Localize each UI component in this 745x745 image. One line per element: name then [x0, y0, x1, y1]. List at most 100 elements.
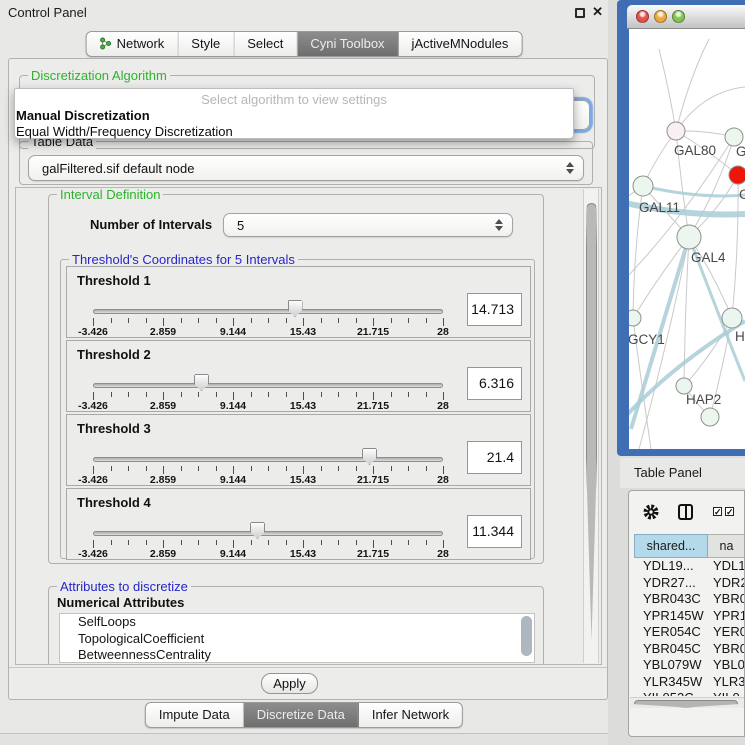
bottom-node[interactable] — [701, 408, 719, 426]
network-edge-thick[interactable] — [643, 186, 745, 196]
table-panel-body: ✓ ✓ shared... na YDL19...YDL1YDR27...YDR… — [628, 490, 745, 737]
cell-name: YDR2 — [708, 575, 745, 592]
list-scrollbar-thumb[interactable] — [521, 616, 532, 656]
attribute-list-item[interactable]: TopologicalCoefficient — [60, 631, 534, 648]
number-of-intervals-combobox[interactable]: 5 — [223, 213, 513, 237]
slider-track[interactable] — [93, 383, 443, 388]
column-header-shared[interactable]: shared... — [634, 534, 708, 558]
scrollbar-thumb[interactable] — [586, 203, 597, 641]
node-label: GAL11 — [639, 200, 680, 215]
tab-label: Style — [191, 36, 220, 51]
GAL4-node[interactable] — [677, 225, 701, 249]
split-column-icon[interactable] — [678, 504, 693, 520]
cell-shared-name: YLR345W — [634, 674, 708, 691]
slider-track[interactable] — [93, 309, 443, 314]
scrollbar-thumb[interactable] — [634, 700, 738, 708]
close-icon[interactable]: ✕ — [592, 4, 603, 20]
red-node[interactable] — [729, 166, 745, 184]
tab-infer-network[interactable]: Infer Network — [359, 703, 462, 727]
network-edge[interactable] — [676, 39, 709, 131]
slider-tick-labels: -3.4262.8599.14415.4321.71528 — [93, 400, 443, 412]
slider-tick-labels: -3.4262.8599.14415.4321.71528 — [93, 326, 443, 338]
tab-label: Cyni Toolbox — [310, 36, 384, 51]
tab-impute-data[interactable]: Impute Data — [146, 703, 244, 727]
tab-label: jActiveMNodules — [412, 36, 509, 51]
table-row[interactable]: YBR045CYBR0 — [634, 641, 745, 658]
tab-select[interactable]: Select — [234, 32, 297, 56]
cell-name: YBL0 — [708, 657, 745, 674]
table-row[interactable]: YBR043CYBR0 — [634, 591, 745, 608]
gear-icon[interactable] — [642, 503, 660, 521]
attributes-group: Attributes to discretize Numerical Attri… — [48, 586, 544, 665]
thresholds-group-label: Threshold's Coordinates for 5 Intervals — [69, 252, 298, 267]
cell-name: YER0 — [708, 624, 745, 641]
algorithm-option[interactable]: Manual Discretization — [15, 108, 573, 124]
bottom-tab-bar: Impute DataDiscretize Data Infer Network — [145, 702, 463, 728]
network-edge[interactable] — [659, 49, 676, 131]
slider-thumb[interactable] — [362, 448, 377, 465]
algorithm-hint: Select algorithm to view settings — [15, 89, 573, 108]
tab-network[interactable]: Network — [87, 32, 179, 56]
tab-jactivemnodules[interactable]: jActiveMNodules — [399, 32, 522, 56]
apply-button[interactable]: Apply — [261, 673, 318, 694]
cell-shared-name: YER054C — [634, 624, 708, 641]
cell-shared-name: YDL19... — [634, 558, 708, 575]
checkbox-checked-icon[interactable]: ✓ — [713, 507, 722, 516]
slider-track[interactable] — [93, 531, 443, 536]
table-row[interactable]: YER054CYER0 — [634, 624, 745, 641]
tab-discretize-data[interactable]: Discretize Data — [244, 703, 359, 727]
tab-label: Infer Network — [372, 707, 449, 722]
network-window-titlebar[interactable] — [627, 5, 745, 29]
settings-scroll-panel: Interval Definition Number of Intervals … — [15, 187, 602, 665]
minimize-light-icon[interactable] — [654, 10, 667, 23]
table-row[interactable]: YDL19...YDL1 — [634, 558, 745, 575]
threshold-value-field[interactable]: 6.316 — [467, 367, 522, 400]
algorithm-option[interactable]: Equal Width/Frequency Discretization — [15, 124, 573, 140]
network-canvas[interactable]: GAL80GACGAL11GAL4GCY1HHAP2 — [629, 29, 745, 449]
slider-thumb[interactable] — [194, 374, 209, 391]
table-horizontal-scrollbar[interactable] — [630, 697, 745, 708]
GAL11-node[interactable] — [633, 176, 653, 196]
cell-shared-name: YBR043C — [634, 591, 708, 608]
table-row[interactable]: YLR345WYLR3 — [634, 674, 745, 691]
panel-vertical-scrollbar[interactable] — [583, 189, 599, 663]
cell-name: YBR0 — [708, 591, 745, 608]
table-header-row: shared... na — [634, 534, 745, 558]
interval-definition-label: Interval Definition — [57, 187, 163, 202]
threshold-panel: Threshold 1-3.4262.8599.14415.4321.71528… — [66, 266, 531, 338]
network-view-window: GAL80GACGAL11GAL4GCY1HHAP2 — [617, 0, 745, 456]
checkbox-checked-icon[interactable]: ✓ — [725, 507, 734, 516]
node-label: GAL80 — [674, 143, 716, 158]
tab-cyni-toolbox[interactable]: Cyni Toolbox — [297, 32, 398, 56]
zoom-light-icon[interactable] — [672, 10, 685, 23]
threshold-label: Threshold 3 — [77, 421, 151, 436]
node-label: GA — [736, 144, 745, 159]
attribute-list-item[interactable]: BetweennessCentrality — [60, 647, 534, 663]
stepper-arrows-icon — [566, 162, 574, 174]
tab-style[interactable]: Style — [178, 32, 234, 56]
slider-thumb[interactable] — [288, 300, 303, 317]
close-light-icon[interactable] — [636, 10, 649, 23]
table-row[interactable]: YIL052CYIL0 — [634, 690, 745, 696]
threshold-value-field[interactable]: 14.713 — [467, 293, 522, 326]
table-row[interactable]: YBL079WYBL0 — [634, 657, 745, 674]
node-table: shared... na YDL19...YDL1YDR27...YDR2YBR… — [634, 534, 745, 696]
threshold-value-field[interactable]: 11.344 — [467, 515, 522, 548]
slider-thumb[interactable] — [250, 522, 265, 539]
attribute-list-item[interactable]: SelfLoops — [60, 614, 534, 631]
table-row[interactable]: YPR145WYPR1 — [634, 608, 745, 625]
float-window-icon[interactable] — [575, 8, 585, 18]
cell-name: YIL0 — [708, 690, 745, 696]
table-panel-header: Table Panel — [620, 458, 745, 488]
GAL80-node[interactable] — [667, 122, 685, 140]
table-row[interactable]: YDR27...YDR2 — [634, 575, 745, 592]
H-node[interactable] — [722, 308, 742, 328]
column-header-name[interactable]: na — [708, 534, 745, 558]
GCY1-node[interactable] — [629, 310, 641, 326]
slider-track[interactable] — [93, 457, 443, 462]
number-of-intervals-label: Number of Intervals — [90, 217, 212, 232]
node-label: GAL4 — [691, 250, 726, 265]
table-data-combobox[interactable]: galFiltered.sif default node — [28, 155, 584, 181]
threshold-value-field[interactable]: 21.4 — [467, 441, 522, 474]
top-tab-bar: Network Style Select Cyni Toolbox jActiveMNo… — [86, 31, 523, 57]
